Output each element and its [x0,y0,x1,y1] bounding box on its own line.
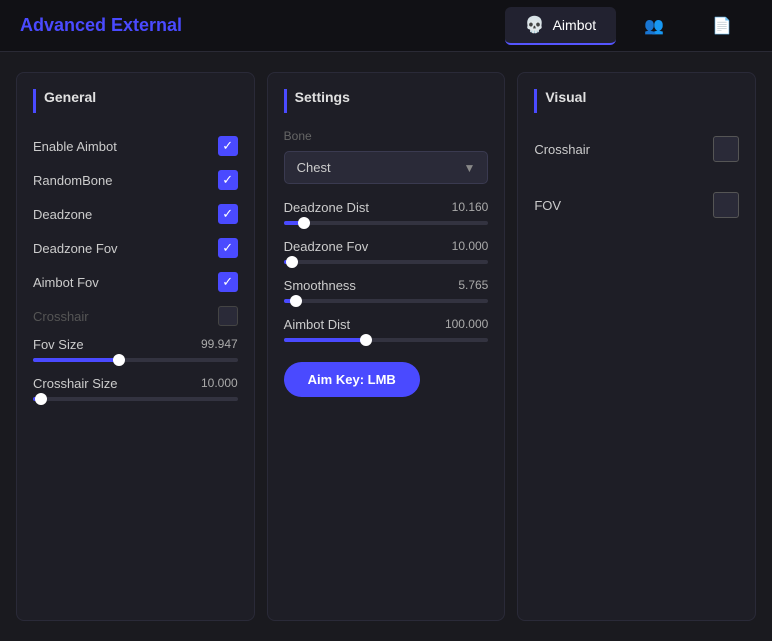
crosshair-toggle-row: Crosshair [33,299,238,333]
visual-crosshair-checkbox[interactable] [713,136,739,162]
crosshair-size-slider-row: Crosshair Size 10.000 [33,372,238,411]
crosshair-size-thumb[interactable] [35,393,47,405]
fov-size-value: 99.947 [201,337,238,352]
visual-crosshair-label: Crosshair [534,142,590,157]
deadzone-fov-label: Deadzone Fov [33,241,118,256]
bone-dropdown-value: Chest [297,160,331,175]
visual-fov-label: FOV [534,198,561,213]
crosshair-size-track[interactable] [33,397,238,401]
extra-icon: 📄 [712,16,732,36]
aimbot-dist-track[interactable] [284,338,489,342]
crosshair-toggle-checkbox[interactable] [218,306,238,326]
settings-title: Settings [284,89,489,113]
visual-fov-row: FOV [534,185,739,225]
visual-panel: Visual Crosshair FOV [517,72,756,621]
deadzone-checkbox[interactable] [218,204,238,224]
fov-size-label: Fov Size [33,337,84,352]
aimbot-fov-checkbox[interactable] [218,272,238,292]
tab-extra[interactable]: 📄 [692,8,752,44]
deadzone-fov-thumb[interactable] [286,256,298,268]
crosshair-size-label: Crosshair Size [33,376,118,391]
aimbot-dist-thumb[interactable] [360,334,372,346]
general-title: General [33,89,238,113]
fov-size-track[interactable] [33,358,238,362]
random-bone-label: RandomBone [33,173,113,188]
deadzone-fov-slider-label: Deadzone Fov [284,239,369,254]
random-bone-row: RandomBone [33,163,238,197]
aimbot-fov-row: Aimbot Fov [33,265,238,299]
top-bar: Advanced External 💀 Aimbot 👥 📄 [0,0,772,52]
aimbot-dist-slider-row: Aimbot Dist 100.000 [284,313,489,352]
bone-dropdown[interactable]: Chest ▼ [284,151,489,184]
deadzone-label: Deadzone [33,207,92,222]
smoothness-thumb[interactable] [290,295,302,307]
bone-section-label: Bone [284,129,489,143]
smoothness-slider-row: Smoothness 5.765 [284,274,489,313]
aimbot-dist-value: 100.000 [445,317,488,332]
aimbot-dist-fill [284,338,366,342]
bone-dropdown-arrow: ▼ [463,161,475,175]
app-title: Advanced External [20,15,505,36]
crosshair-toggle-label: Crosshair [33,309,89,324]
tab-aimbot[interactable]: 💀 Aimbot [505,7,617,45]
deadzone-fov-row: Deadzone Fov [33,231,238,265]
deadzone-dist-label: Deadzone Dist [284,200,369,215]
tab-players[interactable]: 👥 [624,8,684,44]
main-content: General Enable Aimbot RandomBone Deadzon… [0,52,772,641]
tab-aimbot-label: Aimbot [553,17,597,33]
deadzone-row: Deadzone [33,197,238,231]
deadzone-dist-slider-row: Deadzone Dist 10.160 [284,196,489,235]
general-panel: General Enable Aimbot RandomBone Deadzon… [16,72,255,621]
enable-aimbot-row: Enable Aimbot [33,129,238,163]
fov-size-thumb[interactable] [113,354,125,366]
enable-aimbot-checkbox[interactable] [218,136,238,156]
aimbot-fov-label: Aimbot Fov [33,275,99,290]
deadzone-dist-track[interactable] [284,221,489,225]
aimbot-icon: 💀 [525,15,545,35]
fov-size-slider-row: Fov Size 99.947 [33,333,238,372]
settings-panel: Settings Bone Chest ▼ Deadzone Dist 10.1… [267,72,506,621]
smoothness-value: 5.765 [458,278,488,293]
crosshair-size-value: 10.000 [201,376,238,391]
visual-fov-checkbox[interactable] [713,192,739,218]
deadzone-dist-thumb[interactable] [298,217,310,229]
deadzone-fov-track[interactable] [284,260,489,264]
players-icon: 👥 [644,16,664,36]
smoothness-label: Smoothness [284,278,356,293]
fov-size-fill [33,358,119,362]
deadzone-fov-slider-row: Deadzone Fov 10.000 [284,235,489,274]
deadzone-fov-checkbox[interactable] [218,238,238,258]
visual-crosshair-row: Crosshair [534,129,739,169]
enable-aimbot-label: Enable Aimbot [33,139,117,154]
nav-tabs: 💀 Aimbot 👥 📄 [505,7,752,45]
visual-title: Visual [534,89,739,113]
aim-key-button[interactable]: Aim Key: LMB [284,362,420,397]
random-bone-checkbox[interactable] [218,170,238,190]
smoothness-track[interactable] [284,299,489,303]
deadzone-fov-slider-value: 10.000 [452,239,489,254]
aimbot-dist-label: Aimbot Dist [284,317,350,332]
deadzone-dist-value: 10.160 [452,200,489,215]
